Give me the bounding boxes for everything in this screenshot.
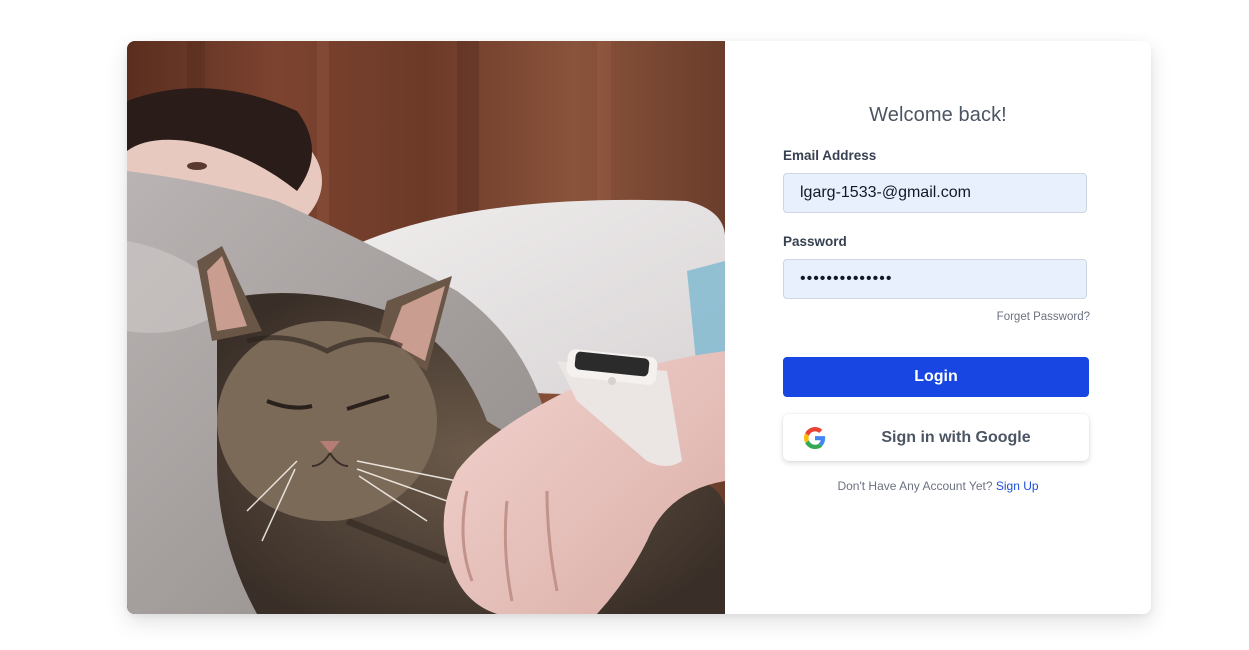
hero-photo [127, 41, 725, 614]
signup-link[interactable]: Sign Up [996, 479, 1039, 493]
login-card: Welcome back! Email Address Password For… [127, 41, 1151, 614]
google-signin-label: Sign in with Google [881, 429, 1031, 446]
password-field[interactable] [783, 259, 1087, 299]
password-label: Password [783, 234, 847, 249]
page-title: Welcome back! [869, 104, 1007, 126]
forgot-password-link[interactable]: Forget Password? [997, 311, 1090, 323]
login-form: Welcome back! Email Address Password For… [725, 41, 1151, 614]
page: Welcome back! Email Address Password For… [0, 0, 1249, 650]
signup-prompt: Don't Have Any Account Yet? Sign Up [725, 479, 1151, 493]
email-label: Email Address [783, 148, 877, 163]
email-field[interactable] [783, 173, 1087, 213]
signup-prompt-text: Don't Have Any Account Yet? [837, 479, 993, 493]
google-signin-button[interactable]: Sign in with Google [783, 414, 1089, 461]
login-button[interactable]: Login [783, 357, 1089, 397]
